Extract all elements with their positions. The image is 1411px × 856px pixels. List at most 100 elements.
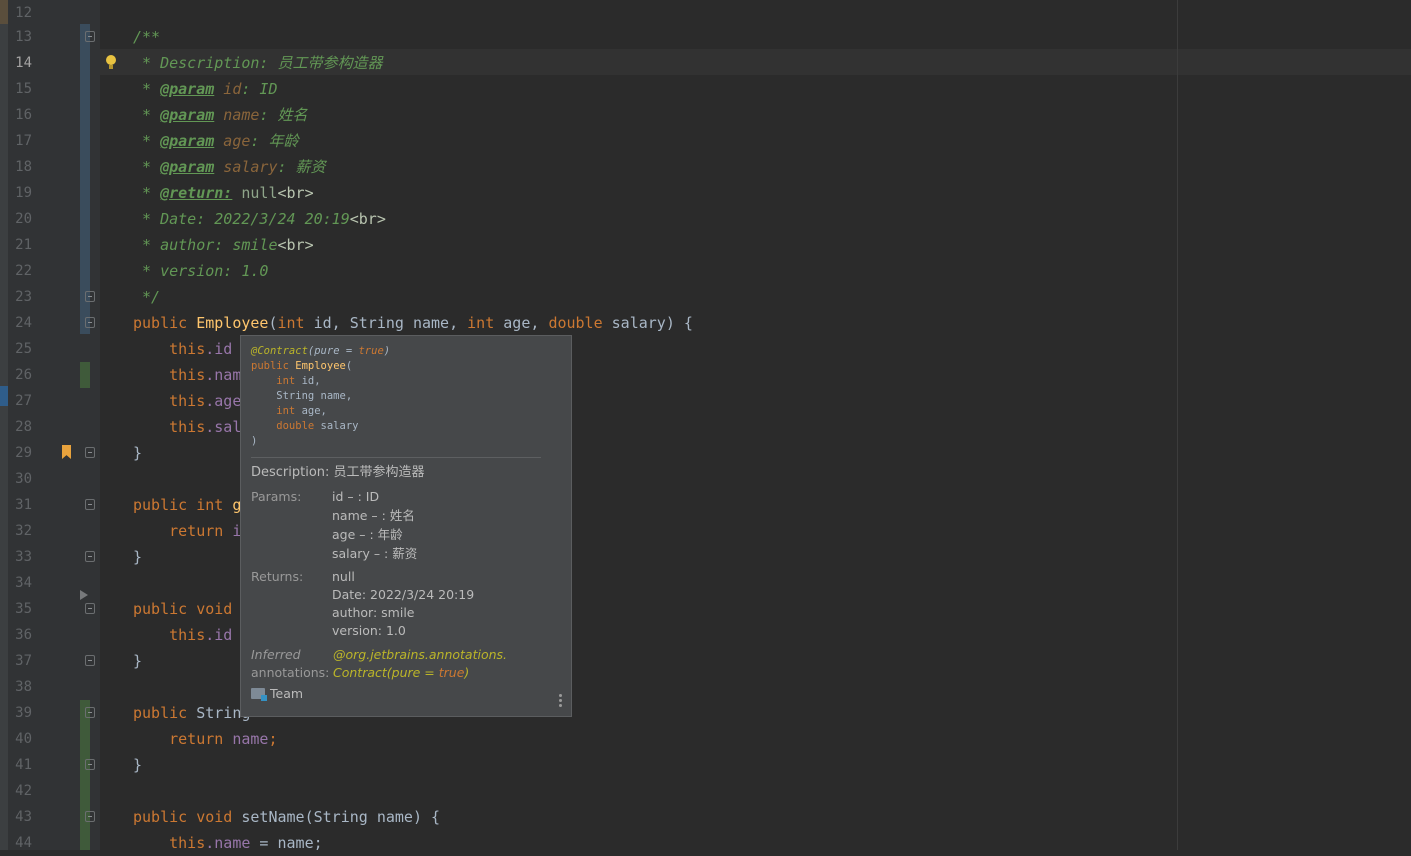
- code-line: 31 public int g: [8, 492, 1411, 518]
- quick-documentation-popup[interactable]: @Contract(pure = true) public Employee( …: [240, 335, 572, 717]
- code-line: 37 }: [8, 648, 1411, 674]
- fold-toggle-icon[interactable]: [85, 291, 95, 302]
- keyword: public: [133, 314, 197, 332]
- line-number: 16: [15, 107, 32, 123]
- line-number: 13: [15, 29, 32, 45]
- fold-toggle-icon[interactable]: [85, 317, 95, 328]
- keyword: public: [133, 704, 197, 722]
- keyword: this: [133, 834, 206, 852]
- code-text: public String: [133, 700, 250, 726]
- field-name: .id: [205, 626, 233, 644]
- fold-toggle-icon[interactable]: [85, 31, 95, 42]
- code-line: 39 public String: [8, 700, 1411, 726]
- line-number: 35: [15, 601, 32, 617]
- code-token: *: [133, 184, 161, 202]
- keyword: double: [548, 314, 603, 332]
- line-number: 33: [15, 549, 32, 565]
- code-token: id,: [304, 314, 350, 332]
- fold-toggle-icon[interactable]: [85, 447, 95, 458]
- method-name: Employee: [196, 314, 269, 332]
- editor-left-strip: [0, 0, 8, 850]
- fold-toggle-icon[interactable]: [85, 655, 95, 666]
- code-text: return i: [133, 518, 241, 544]
- run-gutter-icon[interactable]: [80, 590, 88, 600]
- javadoc-tag: @param: [160, 106, 215, 124]
- fold-toggle-icon[interactable]: [85, 707, 95, 718]
- line-number: 25: [15, 341, 32, 357]
- code-text: * @param age: 年龄: [133, 128, 298, 154]
- code-token: * author: smile: [133, 236, 278, 254]
- code-text: this.age: [133, 388, 241, 414]
- popup-divider: [251, 457, 541, 458]
- type-name: String: [349, 314, 404, 332]
- code-line: 15 * @param id: ID: [8, 76, 1411, 102]
- code-text: this.sal: [133, 414, 241, 440]
- code-token: Contract(pure =: [333, 665, 439, 680]
- code-token: age,: [494, 314, 549, 332]
- code-text: this.id: [133, 336, 232, 362]
- code-line: 24 public Employee(int id, String name, …: [8, 310, 1411, 336]
- inferred-label: Inferred: [251, 647, 301, 662]
- field-name: .sal: [205, 418, 242, 436]
- code-token: salary) {: [602, 314, 693, 332]
- code-line: 38: [8, 674, 1411, 700]
- keyword: this: [133, 626, 206, 644]
- bookmark-icon[interactable]: [62, 445, 71, 459]
- code-text: */: [133, 288, 161, 306]
- code-line: 21 * author: smile<br>: [8, 232, 1411, 258]
- keyword: public: [251, 360, 296, 372]
- keyword: this: [133, 366, 206, 384]
- keyword: public void: [133, 808, 242, 826]
- code-text: this.name = name;: [133, 830, 323, 856]
- code-token: ): [464, 665, 470, 680]
- code-token: ;: [268, 730, 278, 748]
- lightbulb-icon[interactable]: [106, 55, 116, 69]
- code-token: *: [133, 132, 161, 150]
- line-number: 22: [15, 263, 32, 279]
- doc-description: Description: 员工带参构造器: [251, 465, 425, 480]
- code-line: 34: [8, 570, 1411, 596]
- code-line: 32 return i: [8, 518, 1411, 544]
- code-token: * Date: 2022/3/24 20:19: [133, 210, 350, 228]
- line-number: 15: [15, 81, 32, 97]
- line-number: 28: [15, 419, 32, 435]
- code-line: 41 }: [8, 752, 1411, 778]
- inferred-annotation-link[interactable]: @org.jetbrains.annotations.: [333, 646, 507, 664]
- keyword: return: [133, 522, 233, 540]
- keyword: int: [251, 375, 296, 387]
- field-name: .nam: [205, 366, 242, 384]
- more-options-icon[interactable]: [559, 694, 562, 709]
- code-line: 12: [8, 0, 1411, 26]
- returns-item: version: 1.0: [332, 623, 406, 638]
- code-line: 35 public void: [8, 590, 1411, 622]
- inferred-annotation-value[interactable]: Contract(pure = true): [333, 664, 469, 682]
- param-item: salary – : 薪资: [332, 546, 418, 561]
- line-number: 30: [15, 471, 32, 487]
- module-label: Team: [270, 686, 304, 701]
- code-line: 33 }: [8, 544, 1411, 570]
- code-line: 17 * @param age: 年龄: [8, 128, 1411, 154]
- javadoc-param-name: id: [214, 80, 242, 98]
- param-name: name,: [314, 390, 353, 402]
- fold-toggle-icon[interactable]: [85, 551, 95, 562]
- keyword: return: [133, 730, 233, 748]
- code-line: 22 * version: 1.0: [8, 258, 1411, 284]
- code-token: (: [345, 360, 353, 372]
- line-number: 20: [15, 211, 32, 227]
- code-line: 25 this.id: [8, 336, 1411, 362]
- fold-toggle-icon[interactable]: [85, 759, 95, 770]
- fold-toggle-icon[interactable]: [85, 603, 95, 614]
- keyword: public void: [133, 600, 242, 618]
- fold-toggle-icon[interactable]: [85, 811, 95, 822]
- method-name: setName: [241, 808, 305, 826]
- code-token: * Description:: [133, 54, 278, 72]
- code-text: return name;: [133, 726, 278, 752]
- code-token: *: [133, 158, 161, 176]
- returns-item: null: [332, 569, 355, 584]
- module-team[interactable]: Team: [251, 685, 303, 703]
- code-text: }: [133, 548, 143, 566]
- type-name: String: [251, 390, 315, 402]
- code-line: 30: [8, 466, 1411, 492]
- fold-toggle-icon[interactable]: [85, 499, 95, 510]
- field-name: .name: [205, 834, 251, 852]
